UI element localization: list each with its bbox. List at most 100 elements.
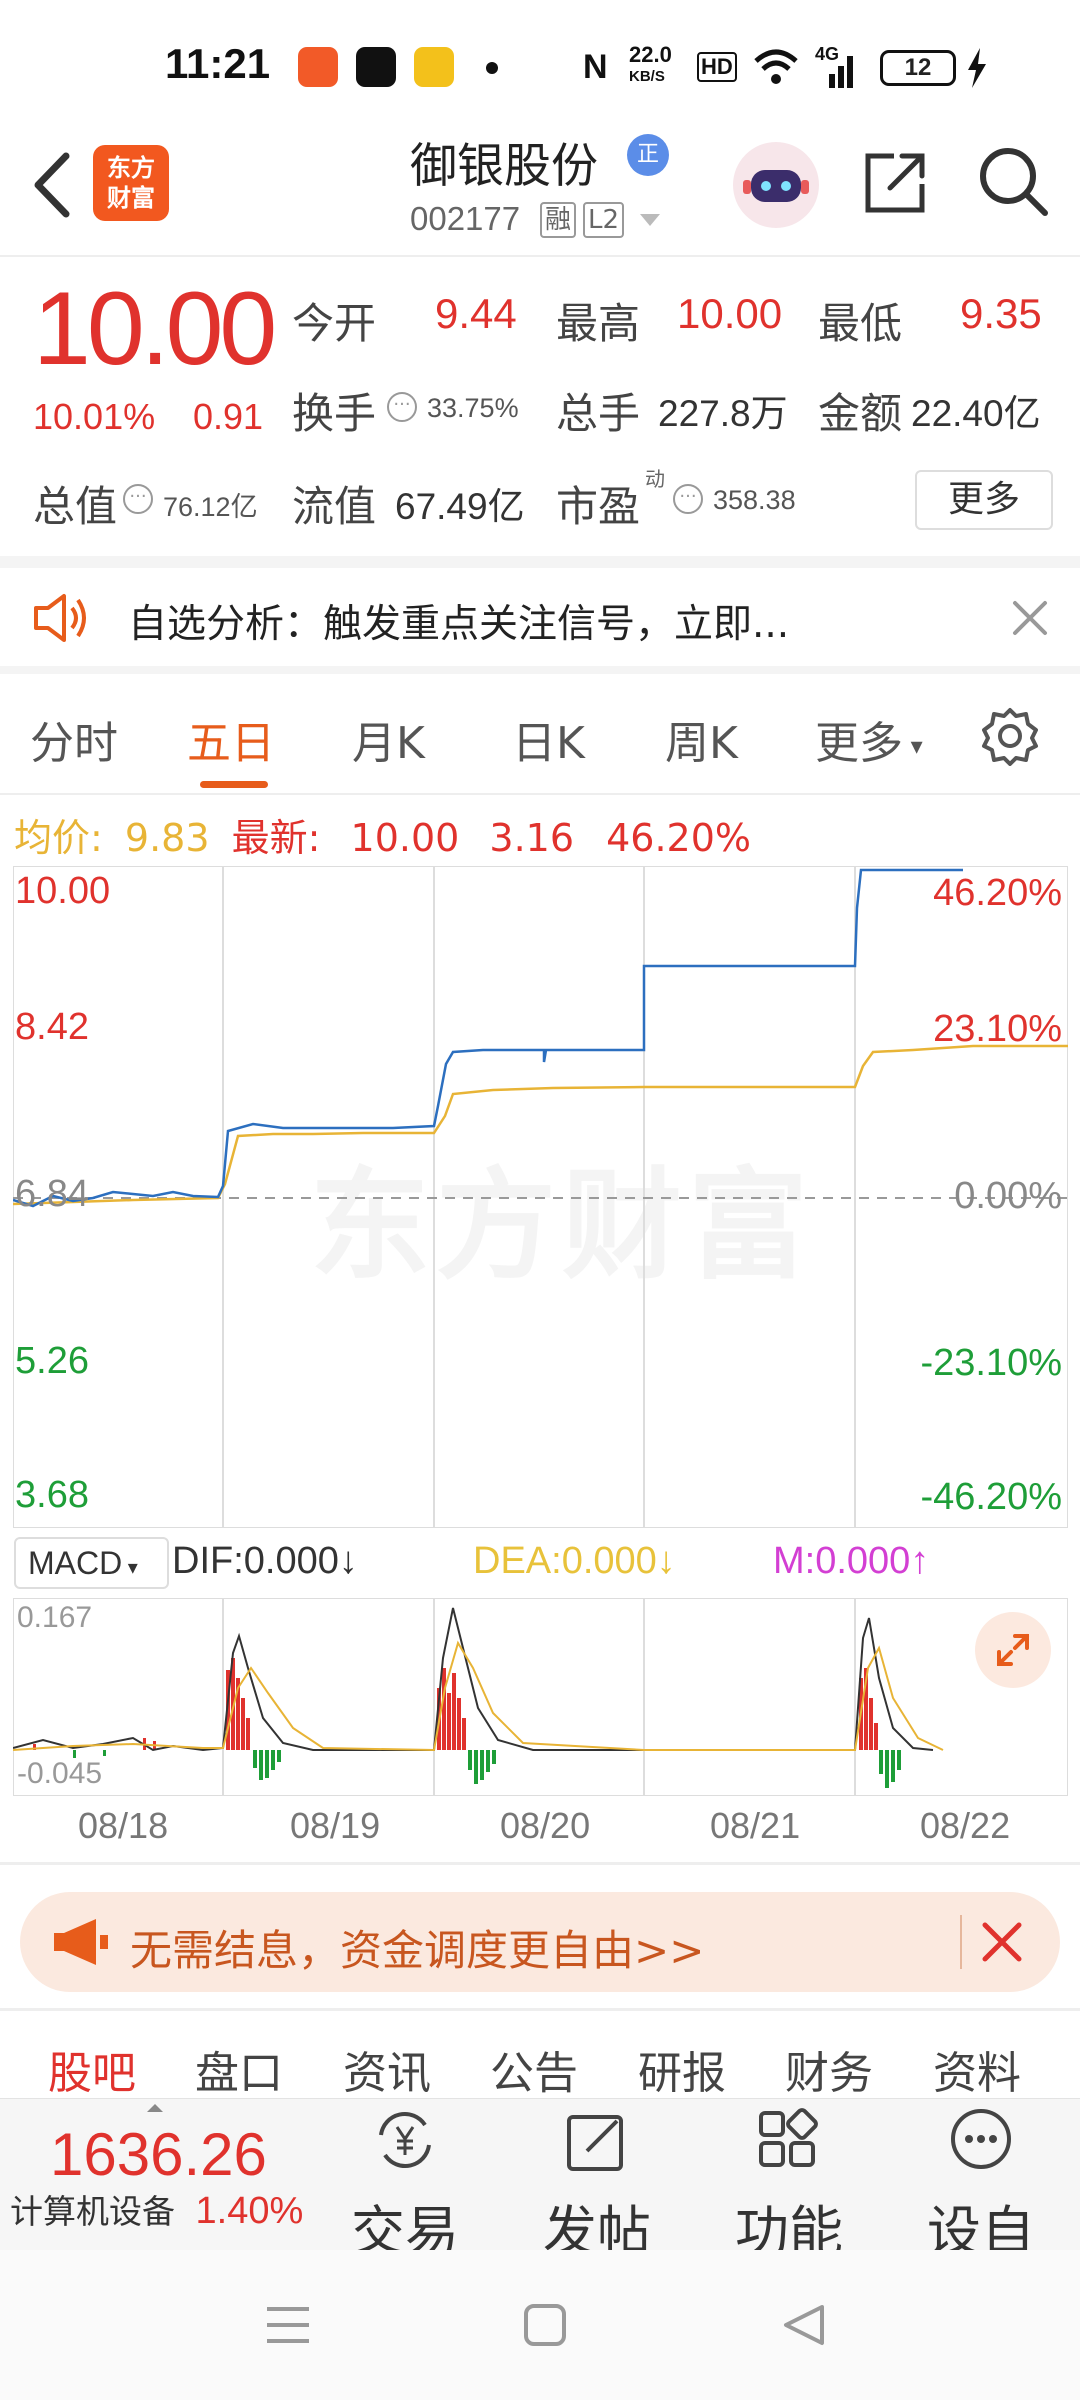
net-speed: 22.0 KB/S (629, 42, 672, 86)
five-day-chart[interactable] (13, 866, 1068, 1528)
grid-icon (759, 2108, 818, 2167)
macd-dif: DIF:0.000↓ (172, 1540, 358, 1582)
turnover-label: 换手 (292, 389, 377, 438)
price-line (13, 868, 963, 1208)
nfc-icon: N (583, 48, 608, 86)
date-label: 08/22 (920, 1805, 1011, 1846)
more-quote-button[interactable]: 更多 (915, 470, 1053, 530)
date-label: 08/19 (290, 1805, 381, 1846)
verified-badge: 正 (627, 134, 669, 176)
tab-intraday[interactable]: 分时 (30, 707, 118, 771)
status-bar: 11:21 N 22.0 KB/S HD 4G 12 (0, 0, 1080, 135)
speaker-icon (34, 594, 86, 642)
level2-tag: L2 (583, 202, 625, 238)
tab-weekly-k[interactable]: 周K (665, 707, 738, 771)
tab-five-day[interactable]: 五日 (187, 707, 275, 771)
low-label: 最低 (818, 299, 903, 348)
chart-summary: 均价: 9.83 最新: 10.00 3.16 46.20% (14, 807, 751, 862)
tab-monthly-k[interactable]: 月K (352, 707, 425, 771)
subtab-forum[interactable]: 股吧 (48, 2037, 136, 2101)
high-value: 10.00 (677, 290, 783, 337)
dea-line (13, 1640, 944, 1752)
dropdown-triangle-icon[interactable] (638, 212, 662, 228)
y-right-mid-label: 0.00% (954, 1175, 1062, 1217)
subtab-research[interactable]: 研报 (638, 2037, 726, 2101)
divider (0, 793, 1080, 795)
notice-text[interactable]: 自选分析：触发重点关注信号，立即... (128, 593, 789, 649)
sector-index-value[interactable]: 1636.26 (50, 2120, 267, 2189)
yen-exchange-icon (379, 2111, 431, 2169)
divider (0, 2008, 1080, 2011)
info-icon[interactable]: ··· (673, 484, 703, 514)
home-icon[interactable] (523, 2303, 567, 2347)
tab-more[interactable]: 更多 ▾ (815, 707, 923, 771)
more-dots-icon (951, 2109, 1011, 2169)
edit-icon (567, 2115, 623, 2171)
macd-histogram-up (33, 1658, 878, 1750)
latest-label: 最新: (231, 816, 321, 860)
macd-chart[interactable] (13, 1598, 1068, 1796)
add-watchlist-button[interactable]: 设自 (906, 2105, 1056, 2266)
pe-dynamic-sup: 动 (645, 467, 665, 491)
stock-code: 002177 (410, 200, 521, 237)
info-icon[interactable]: ··· (387, 392, 417, 422)
share-icon[interactable] (860, 148, 930, 218)
y-right-label: 23.10% (933, 1008, 1062, 1050)
avg-value: 9.83 (124, 816, 210, 860)
app-notification-icon (298, 47, 338, 87)
post-button[interactable]: 发帖 (522, 2105, 672, 2266)
clock: 11:21 (165, 40, 271, 87)
charging-icon (968, 48, 986, 88)
banner-close-icon[interactable] (975, 1915, 1029, 1969)
macd-top-label: 0.167 (17, 1601, 93, 1634)
indicator-selector[interactable]: MACD ▾ (14, 1537, 169, 1589)
menu-icon[interactable] (265, 2305, 311, 2345)
high-label: 最高 (556, 299, 641, 348)
wifi-icon (754, 49, 798, 84)
change-percent-value: 46.20% (606, 816, 752, 860)
expand-icon[interactable] (975, 1612, 1051, 1688)
y-left-mid-label: 6.84 (15, 1173, 89, 1215)
date-label: 08/18 (78, 1805, 169, 1846)
macd-m: M:0.000↑ (773, 1540, 930, 1582)
subtab-news[interactable]: 资讯 (343, 2037, 431, 2101)
avg-price-line (13, 1044, 1068, 1206)
macd-bottom-label: -0.045 (17, 1757, 103, 1790)
info-icon[interactable]: ··· (123, 484, 153, 514)
sogou-icon (414, 47, 454, 87)
y-right-bottom-label: -46.20% (920, 1476, 1062, 1518)
amount-value: 22.40亿 (911, 393, 1041, 434)
stock-name: 御银股份 (410, 139, 598, 194)
tiktok-icon (356, 47, 396, 87)
search-icon[interactable] (975, 143, 1051, 219)
caret-up-icon (147, 2104, 163, 2112)
settings-gear-icon[interactable] (980, 706, 1040, 766)
promo-banner-text[interactable]: 无需结息，资金调度更自由>> (130, 1917, 704, 1978)
subtab-finance[interactable]: 财务 (785, 2037, 873, 2101)
y-left-bottom-label: 3.68 (15, 1474, 89, 1516)
amount-label: 金额 (818, 389, 903, 438)
subtab-orderbook[interactable]: 盘口 (195, 2037, 283, 2101)
battery-icon: 12 (880, 50, 956, 86)
macd-histogram-down (73, 1750, 901, 1788)
subtab-announcements[interactable]: 公告 (490, 2037, 578, 2101)
date-label: 08/21 (710, 1805, 801, 1846)
avg-label: 均价: (14, 816, 103, 860)
latest-value: 10.00 (350, 816, 460, 860)
subtab-profile[interactable]: 资料 (933, 2037, 1021, 2101)
megaphone-icon (54, 1919, 108, 1965)
robot-assistant-icon[interactable] (733, 142, 819, 228)
close-icon[interactable] (1005, 593, 1055, 643)
tab-daily-k[interactable]: 日K (512, 707, 585, 771)
functions-button[interactable]: 功能 (714, 2105, 864, 2266)
sector-index-label[interactable]: 计算机设备 1.40% (10, 2185, 303, 2233)
y-left-label: 8.42 (15, 1006, 89, 1048)
y-left-label: 5.26 (15, 1340, 89, 1382)
back-nav-icon[interactable] (782, 2303, 826, 2347)
market-cap-value: 76.12亿 (163, 492, 258, 522)
trade-button[interactable]: 交易 (330, 2105, 480, 2266)
back-arrow-icon[interactable] (28, 148, 78, 223)
divider (0, 556, 1080, 568)
eastmoney-logo: 东方 财富 (93, 145, 169, 221)
pe-label: 市盈 (556, 482, 641, 531)
